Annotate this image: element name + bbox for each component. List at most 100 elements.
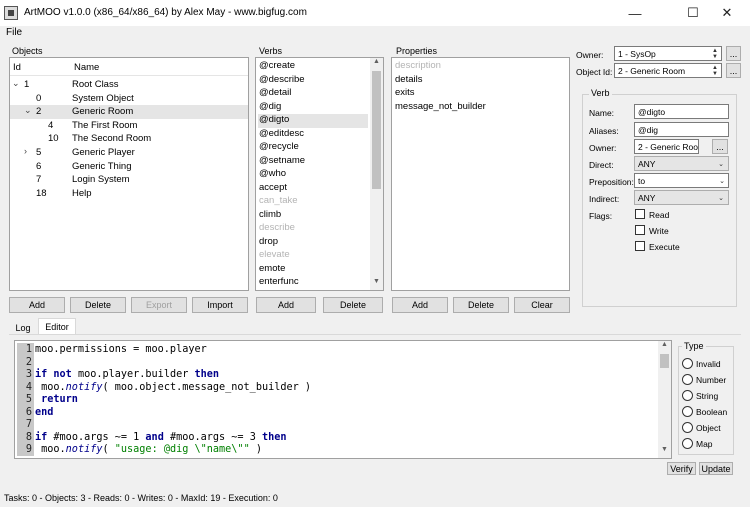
code-text: end xyxy=(35,407,53,420)
table-row[interactable]: ⌄ 2 Generic Room xyxy=(10,105,248,119)
line-number: 5 xyxy=(25,394,32,405)
owner-spinbox[interactable]: 1 - SysOp ▲ ▼ xyxy=(614,46,722,61)
list-item[interactable]: elevate xyxy=(258,249,368,263)
chevron-down-icon: ⌄ xyxy=(719,177,725,185)
table-row[interactable]: › 5 Generic Player xyxy=(10,146,248,160)
verb-owner-label: Owner: xyxy=(589,143,617,153)
scroll-up-icon[interactable]: ▲ xyxy=(658,341,671,353)
type-radio-object[interactable] xyxy=(682,422,693,433)
property-add-button[interactable]: Add xyxy=(392,297,448,313)
verify-button[interactable]: Verify xyxy=(667,462,696,475)
type-radio-map[interactable] xyxy=(682,438,693,449)
list-item[interactable]: @create xyxy=(258,60,368,74)
property-delete-button[interactable]: Delete xyxy=(453,297,509,313)
close-button[interactable]: ✕ xyxy=(704,0,750,26)
list-item[interactable]: description xyxy=(394,60,567,74)
verb-aliases-input[interactable]: @dig xyxy=(634,122,729,137)
table-row[interactable]: 18 Help xyxy=(10,187,248,201)
type-radio-invalid[interactable] xyxy=(682,358,693,369)
list-item[interactable]: @detail xyxy=(258,87,368,101)
code-text: moo.permissions = moo.player xyxy=(35,344,207,357)
table-row[interactable]: ⌄ 1 Root Class xyxy=(10,78,248,92)
verbs-scrollbar[interactable]: ▲ ▼ xyxy=(370,58,383,290)
list-item[interactable]: @describe xyxy=(258,74,368,88)
list-item[interactable]: climb xyxy=(258,209,368,223)
list-item[interactable]: @who xyxy=(258,168,368,182)
list-item[interactable]: @setname xyxy=(258,155,368,169)
type-radio-string[interactable] xyxy=(682,390,693,401)
tab-editor[interactable]: Editor xyxy=(38,318,76,335)
list-item[interactable]: @dig xyxy=(258,101,368,115)
chevron-down-icon[interactable]: ⌄ xyxy=(12,78,20,89)
list-item[interactable]: message_not_builder xyxy=(394,101,567,115)
object-id-spinbox[interactable]: 2 - Generic Room ▲ ▼ xyxy=(614,63,722,78)
verb-delete-button[interactable]: Delete xyxy=(323,297,383,313)
col-id-header[interactable]: Id xyxy=(13,62,21,73)
list-item[interactable]: exits xyxy=(394,87,567,101)
scroll-down-icon[interactable]: ▼ xyxy=(370,278,383,290)
table-row[interactable]: 10 The Second Room xyxy=(10,132,248,146)
table-row[interactable]: 4 The First Room xyxy=(10,119,248,133)
object-delete-button[interactable]: Delete xyxy=(70,297,126,313)
type-radio-number[interactable] xyxy=(682,374,693,385)
list-item[interactable]: @editdesc xyxy=(258,128,368,142)
object-export-button[interactable]: Export xyxy=(131,297,187,313)
indirect-select[interactable]: ANY ⌄ xyxy=(634,190,729,205)
flag-read-checkbox[interactable] xyxy=(635,209,645,219)
table-row[interactable]: 7 Login System xyxy=(10,173,248,187)
list-item[interactable]: accept xyxy=(258,182,368,196)
direct-value: ANY xyxy=(638,158,656,169)
verb-aliases-label: Aliases: xyxy=(589,126,619,136)
verb-owner-browse-button[interactable]: ... xyxy=(712,139,728,154)
code-token: and xyxy=(145,431,164,443)
table-row[interactable]: 6 Generic Thing xyxy=(10,160,248,174)
tab-log[interactable]: Log xyxy=(9,320,37,335)
menu-bar: File xyxy=(0,26,750,42)
object-add-button[interactable]: Add xyxy=(9,297,65,313)
properties-list[interactable]: description details exits message_not_build… xyxy=(391,57,570,291)
menu-file[interactable]: File xyxy=(6,27,22,38)
object-id: 5 xyxy=(36,147,42,158)
list-item[interactable]: @digto xyxy=(258,114,368,128)
scroll-up-icon[interactable]: ▲ xyxy=(370,58,383,70)
list-item[interactable]: describe xyxy=(258,222,368,236)
property-clear-button[interactable]: Clear xyxy=(514,297,570,313)
verb-owner-input[interactable]: 2 - Generic Room xyxy=(634,139,699,154)
flag-execute-checkbox[interactable] xyxy=(635,241,645,251)
spin-arrows-icon[interactable]: ▲ ▼ xyxy=(712,48,718,60)
list-item[interactable]: details xyxy=(394,74,567,88)
verbs-list[interactable]: @create @describe @detail @dig @digto @editde… xyxy=(255,57,384,291)
object-import-button[interactable]: Import xyxy=(192,297,248,313)
col-name-header[interactable]: Name xyxy=(74,62,99,73)
list-item[interactable]: enterfunc xyxy=(258,276,368,290)
code-editor[interactable]: 1 moo.permissions = moo.player 2 3 if not mo… xyxy=(14,340,672,459)
list-item[interactable]: can_take xyxy=(258,195,368,209)
scroll-down-icon[interactable]: ▼ xyxy=(658,446,671,458)
verbs-scroll-thumb[interactable] xyxy=(372,71,381,189)
object-name: Generic Room xyxy=(72,106,134,118)
flag-write-checkbox[interactable] xyxy=(635,225,645,235)
list-item[interactable]: drop xyxy=(258,236,368,250)
type-radio-boolean[interactable] xyxy=(682,406,693,417)
spin-arrows-icon[interactable]: ▲ ▼ xyxy=(712,65,718,77)
type-label-object: Object xyxy=(696,423,721,433)
preposition-select[interactable]: to ⌄ xyxy=(634,173,729,188)
list-item[interactable]: @recycle xyxy=(258,141,368,155)
editor-scroll-thumb[interactable] xyxy=(660,354,669,368)
minimize-button[interactable]: — xyxy=(612,0,658,26)
code-token: then xyxy=(261,431,287,443)
owner-browse-button[interactable]: ... xyxy=(726,46,741,61)
object-id-browse-button[interactable]: ... xyxy=(726,63,741,78)
objects-tree[interactable]: Id Name ⌄ 1 Root Class 0 System Object ⌄ 2 Gene… xyxy=(9,57,249,291)
chevron-down-icon[interactable]: ⌄ xyxy=(24,105,32,116)
update-button[interactable]: Update xyxy=(699,462,733,475)
direct-select[interactable]: ANY ⌄ xyxy=(634,156,729,171)
object-name: Generic Player xyxy=(72,147,135,158)
editor-scrollbar[interactable]: ▲ ▼ xyxy=(658,341,671,458)
table-row[interactable]: 0 System Object xyxy=(10,92,248,106)
verb-add-button[interactable]: Add xyxy=(256,297,316,313)
chevron-right-icon[interactable]: › xyxy=(24,146,27,156)
list-item[interactable]: emote xyxy=(258,263,368,277)
verb-name-input[interactable]: @digto xyxy=(634,104,729,119)
code-token: #moo.args ~= 3 xyxy=(163,431,262,443)
